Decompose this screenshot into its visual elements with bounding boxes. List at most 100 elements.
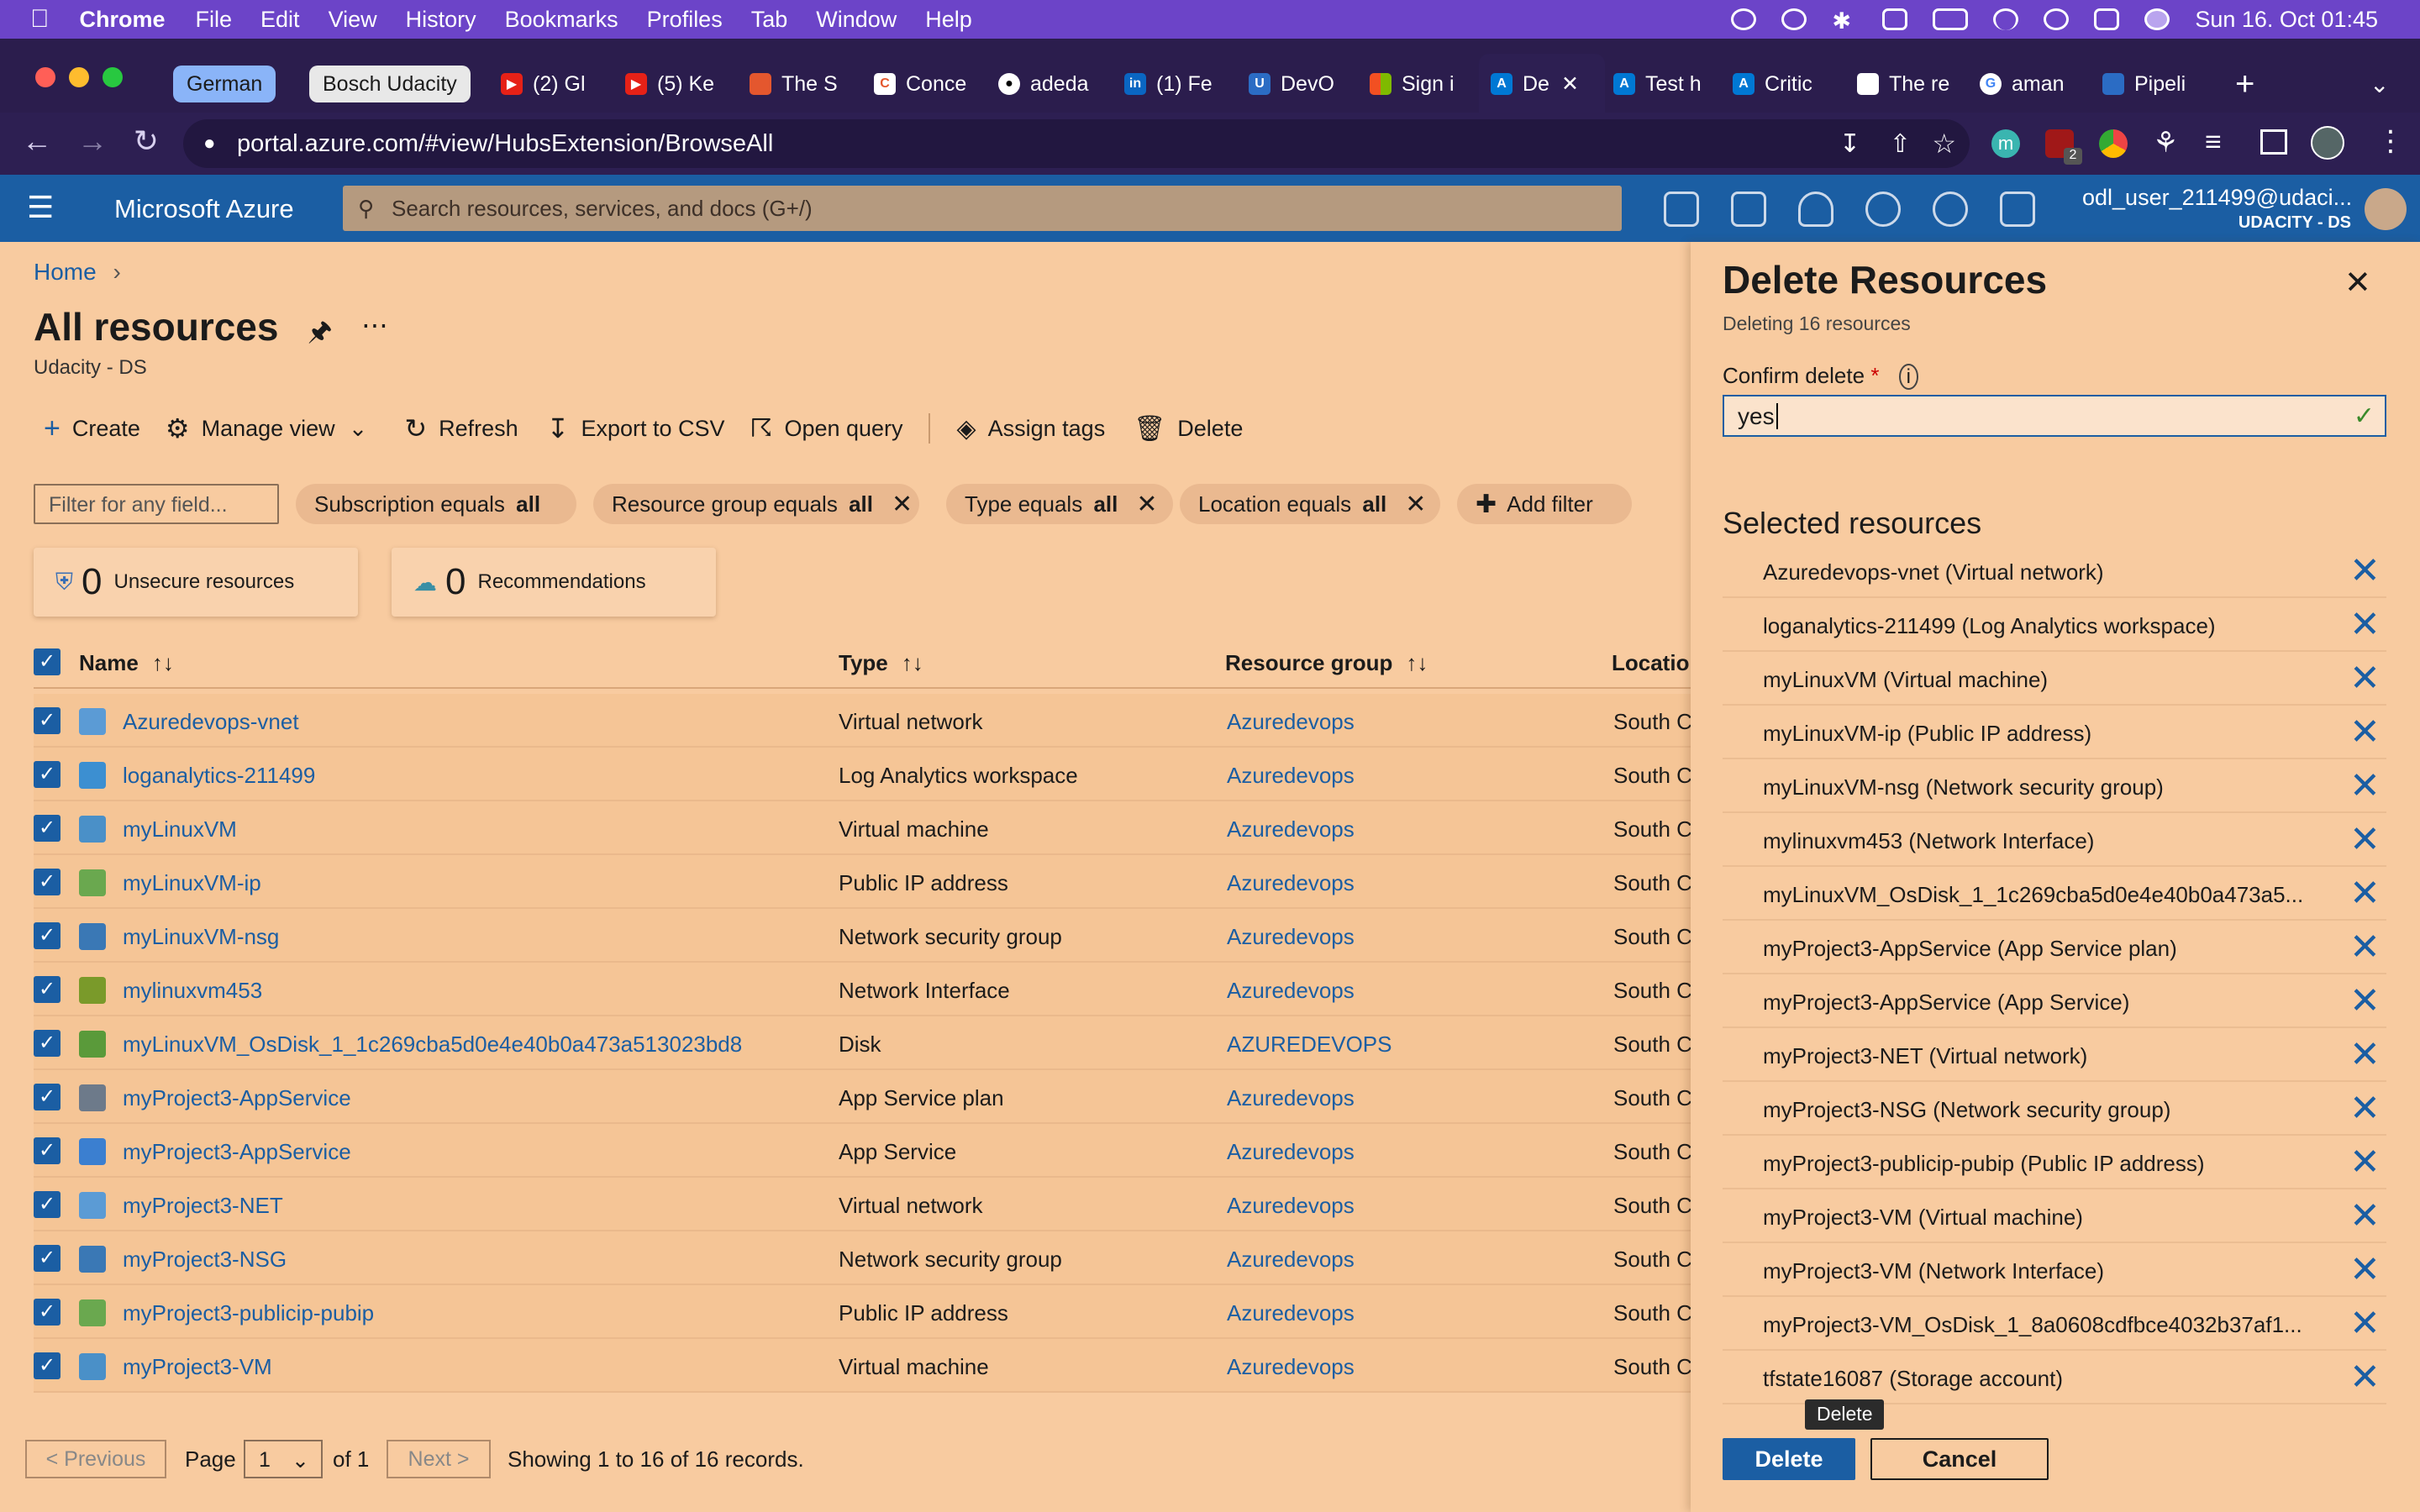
remove-resource-icon[interactable]: ✕ bbox=[2349, 875, 2381, 912]
row-checkbox[interactable]: ✓ bbox=[34, 761, 60, 788]
tab-google[interactable]: Gaman bbox=[1980, 66, 2079, 102]
row-checkbox[interactable]: ✓ bbox=[34, 922, 60, 949]
remove-filter-icon[interactable]: ✕ bbox=[892, 490, 913, 519]
address-bar[interactable]: ● portal.azure.com/#view/HubsExtension/B… bbox=[183, 119, 1970, 168]
row-checkbox[interactable]: ✓ bbox=[34, 976, 60, 1003]
remove-resource-icon[interactable]: ✕ bbox=[2349, 1090, 2381, 1127]
resource-name-link[interactable]: Azuredevops-vnet bbox=[123, 709, 299, 735]
resource-name-link[interactable]: myLinuxVM-ip bbox=[123, 870, 261, 896]
menu-bookmarks[interactable]: Bookmarks bbox=[505, 7, 618, 33]
resource-group-link[interactable]: Azuredevops bbox=[1227, 709, 1355, 735]
remove-resource-icon[interactable]: ✕ bbox=[2349, 1037, 2381, 1074]
azure-brand[interactable]: Microsoft Azure bbox=[114, 194, 294, 224]
row-checkbox[interactable]: ✓ bbox=[34, 1137, 60, 1164]
table-row[interactable]: ✓ myProject3-NSG Network security group Azu… bbox=[34, 1231, 1692, 1285]
back-arrow-icon[interactable]: ← bbox=[20, 123, 54, 159]
remove-filter-icon[interactable]: ✕ bbox=[1136, 490, 1157, 519]
previous-page-button[interactable]: < Previous bbox=[25, 1440, 166, 1478]
confirm-delete-input[interactable]: yes ✓ bbox=[1723, 395, 2386, 437]
remove-resource-icon[interactable]: ✕ bbox=[2349, 1144, 2381, 1181]
remove-resource-icon[interactable]: ✕ bbox=[2349, 714, 2381, 751]
info-icon[interactable]: i bbox=[1898, 364, 1919, 390]
row-checkbox[interactable]: ✓ bbox=[34, 707, 60, 734]
bluetooth-icon[interactable]: ✱ bbox=[1832, 8, 1857, 34]
filter-input[interactable]: Filter for any field... bbox=[34, 484, 279, 524]
resource-group-column-header[interactable]: Resource group ↑↓ bbox=[1225, 650, 1428, 676]
resource-group-link[interactable]: Azuredevops bbox=[1227, 1300, 1355, 1326]
account-avatar[interactable] bbox=[2365, 188, 2407, 230]
account-username[interactable]: odl_user_211499@udaci... bbox=[2082, 185, 2352, 211]
row-checkbox[interactable]: ✓ bbox=[34, 1245, 60, 1272]
remove-resource-icon[interactable]: ✕ bbox=[2349, 929, 2381, 966]
subscription-filter-chip[interactable]: Subscription equals all bbox=[296, 484, 576, 524]
resource-group-link[interactable]: AZUREDEVOPS bbox=[1227, 1032, 1392, 1058]
resource-group-link[interactable]: Azuredevops bbox=[1227, 1193, 1355, 1219]
remove-filter-icon[interactable]: ✕ bbox=[1405, 490, 1426, 519]
remove-resource-icon[interactable]: ✕ bbox=[2349, 983, 2381, 1020]
table-row[interactable]: ✓ myProject3-NET Virtual network Azuredevop… bbox=[34, 1178, 1692, 1231]
control-center-icon[interactable] bbox=[2094, 8, 2120, 30]
side-panel-icon[interactable] bbox=[2260, 129, 2287, 155]
portal-menu-icon[interactable]: ☰ bbox=[27, 190, 54, 225]
tab-search-icon[interactable]: ⌄ bbox=[2370, 66, 2389, 102]
remove-resource-icon[interactable]: ✕ bbox=[2349, 768, 2381, 805]
battery-icon[interactable] bbox=[1933, 8, 1969, 30]
resource-group-link[interactable]: Azuredevops bbox=[1227, 1247, 1355, 1273]
cancel-button[interactable]: Cancel bbox=[1870, 1438, 2049, 1480]
assign-tags-button[interactable]: ◈ Assign tags bbox=[957, 414, 1106, 444]
row-checkbox[interactable]: ✓ bbox=[34, 1299, 60, 1326]
more-options-icon[interactable]: ⋯ bbox=[361, 309, 388, 341]
resource-name-link[interactable]: myProject3-NET bbox=[123, 1193, 283, 1219]
feedback-icon[interactable] bbox=[2000, 192, 2035, 227]
menu-help[interactable]: Help bbox=[925, 7, 972, 33]
resource-name-link[interactable]: mylinuxvm453 bbox=[123, 978, 262, 1004]
table-row[interactable]: ✓ myLinuxVM-ip Public IP address Azuredevop… bbox=[34, 855, 1692, 909]
notifications-bell-icon[interactable] bbox=[1798, 192, 1833, 227]
resource-group-link[interactable]: Azuredevops bbox=[1227, 870, 1355, 896]
resource-name-link[interactable]: myProject3-publicip-pubip bbox=[123, 1300, 374, 1326]
select-all-checkbox[interactable]: ✓ bbox=[34, 648, 60, 675]
wifi-icon[interactable] bbox=[1993, 8, 2019, 30]
window-zoom-button[interactable] bbox=[103, 67, 123, 87]
resource-group-filter-chip[interactable]: Resource group equals all ✕ bbox=[593, 484, 919, 524]
tab-youtube-2[interactable]: ▶ (5) Ke bbox=[625, 66, 719, 102]
remove-resource-icon[interactable]: ✕ bbox=[2349, 1359, 2381, 1396]
resource-group-link[interactable]: Azuredevops bbox=[1227, 816, 1355, 843]
resource-name-link[interactable]: myProject3-VM bbox=[123, 1354, 272, 1380]
tab-group-bosch-udacity[interactable]: Bosch Udacity bbox=[309, 66, 471, 102]
help-icon[interactable] bbox=[1933, 192, 1968, 227]
resource-name-link[interactable]: myLinuxVM_OsDisk_1_1c269cba5d0e4e40b0a47… bbox=[123, 1032, 742, 1058]
resource-name-link[interactable]: myLinuxVM bbox=[123, 816, 237, 843]
reading-list-icon[interactable]: ≡ bbox=[2205, 126, 2222, 159]
remove-resource-icon[interactable]: ✕ bbox=[2349, 1252, 2381, 1289]
resource-group-link[interactable]: Azuredevops bbox=[1227, 1085, 1355, 1111]
remove-resource-icon[interactable]: ✕ bbox=[2349, 660, 2381, 697]
table-row[interactable]: ✓ Azuredevops-vnet Virtual network Azuredev… bbox=[34, 694, 1692, 748]
window-close-button[interactable] bbox=[35, 67, 55, 87]
resource-group-link[interactable]: Azuredevops bbox=[1227, 924, 1355, 950]
menu-window[interactable]: Window bbox=[816, 7, 897, 33]
settings-gear-icon[interactable] bbox=[1865, 192, 1901, 227]
tab-devops[interactable]: U DevO bbox=[1249, 66, 1348, 102]
reload-icon[interactable]: ↻ bbox=[129, 123, 163, 159]
remove-resource-icon[interactable]: ✕ bbox=[2349, 553, 2381, 590]
menu-view[interactable]: View bbox=[329, 7, 377, 33]
window-minimize-button[interactable] bbox=[69, 67, 89, 87]
export-csv-button[interactable]: ↧ Export to CSV bbox=[547, 412, 725, 444]
resource-group-link[interactable]: Azuredevops bbox=[1227, 1139, 1355, 1165]
tab-conce[interactable]: C Conce bbox=[874, 66, 973, 102]
tab-test[interactable]: A Test h bbox=[1613, 66, 1714, 102]
bookmark-star-icon[interactable]: ☆ bbox=[1932, 128, 1956, 160]
forward-arrow-icon[interactable]: → bbox=[76, 123, 109, 159]
menu-edit[interactable]: Edit bbox=[260, 7, 300, 33]
create-button[interactable]: + Create bbox=[44, 412, 140, 445]
resource-name-link[interactable]: loganalytics-211499 bbox=[123, 763, 315, 789]
table-row[interactable]: ✓ myProject3-publicip-pubip Public IP addr… bbox=[34, 1285, 1692, 1339]
siri-icon[interactable] bbox=[2144, 8, 2170, 30]
lock-icon[interactable]: ● bbox=[203, 132, 216, 155]
table-row[interactable]: ✓ myLinuxVM Virtual machine Azuredevops Sout… bbox=[34, 801, 1692, 855]
table-row[interactable]: ✓ myLinuxVM-nsg Network security group Azur… bbox=[34, 909, 1692, 963]
delete-toolbar-button[interactable]: 🗑 Delete bbox=[1134, 414, 1243, 444]
tab-azure-active[interactable]: A De ✕ bbox=[1491, 66, 1597, 102]
open-query-button[interactable]: ☈ Open query bbox=[750, 414, 903, 444]
